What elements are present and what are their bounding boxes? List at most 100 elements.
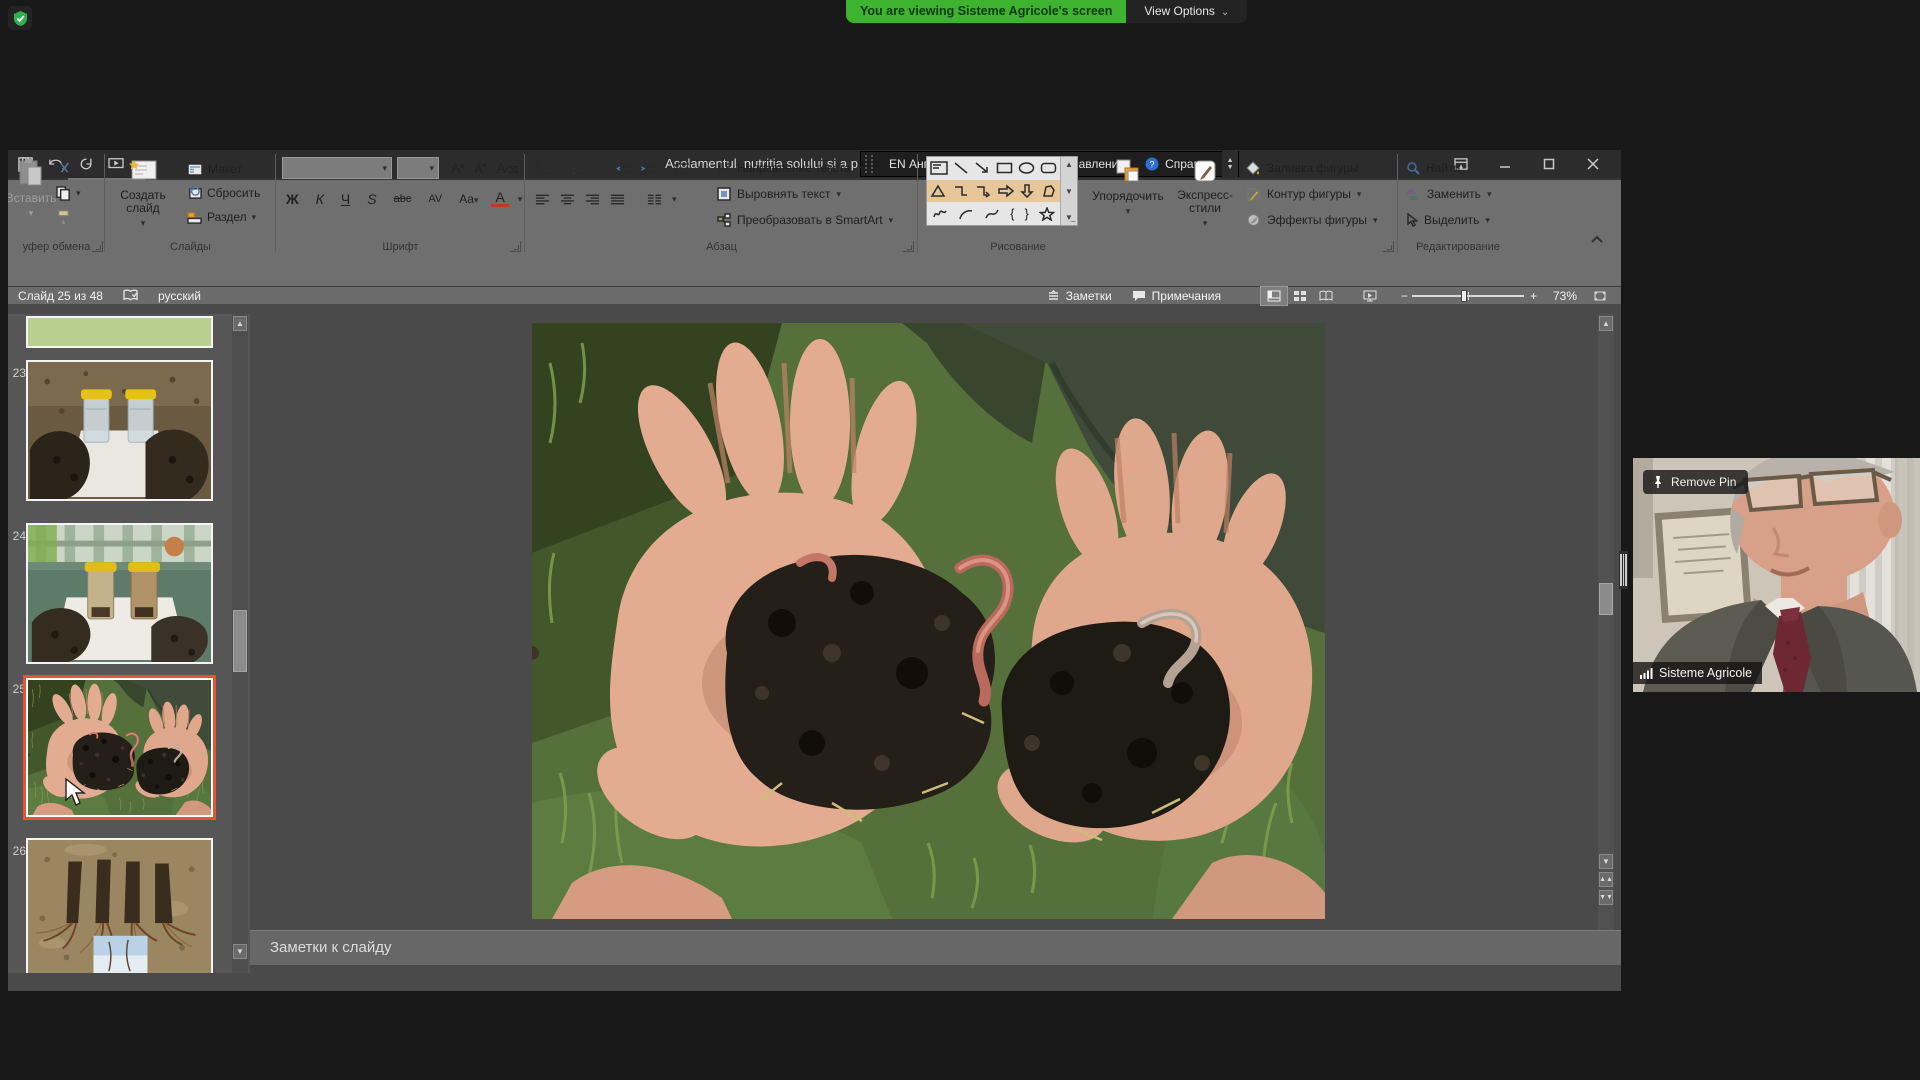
numbering-icon[interactable] xyxy=(572,162,588,175)
line-spacing-icon[interactable] xyxy=(674,162,690,175)
slide-scrollbar[interactable]: ▲ ▼ ▲▲ ▼▼ xyxy=(1598,314,1614,930)
change-case-button[interactable]: Aa▾ xyxy=(455,192,482,206)
slide-thumbnail-26[interactable] xyxy=(26,838,213,973)
cut-button[interactable] xyxy=(56,158,73,180)
align-center-icon[interactable] xyxy=(560,193,575,206)
shape-right-brace-icon[interactable]: } xyxy=(1025,206,1029,221)
shape-arrow-icon[interactable] xyxy=(974,161,990,175)
shapes-gallery[interactable]: { } ▲ ▼ ▼̲ xyxy=(926,156,1078,226)
reset-button[interactable]: Сбросить xyxy=(187,182,260,204)
section-button[interactable]: Раздел▾ xyxy=(187,206,256,228)
scroll-up-button[interactable]: ▲ xyxy=(1599,316,1613,331)
bold-button[interactable]: Ж xyxy=(282,191,303,207)
zoom-slider[interactable] xyxy=(1412,287,1524,305)
layout-button[interactable]: Макет▾ xyxy=(187,158,252,180)
shape-left-brace-icon[interactable]: { xyxy=(1010,206,1014,221)
shape-arc-icon[interactable] xyxy=(958,207,974,221)
scrollbar-thumb[interactable] xyxy=(1599,583,1613,615)
next-slide-button[interactable]: ▼▼ xyxy=(1599,890,1613,905)
convert-smartart-button[interactable]: Преобразовать в SmartArt▾ xyxy=(717,210,893,230)
decrease-indent-icon[interactable] xyxy=(616,162,632,175)
reading-view-button[interactable] xyxy=(1313,287,1339,305)
font-name-select[interactable]: ▾ xyxy=(282,157,392,179)
zoom-percent[interactable]: 73% xyxy=(1543,287,1587,305)
shape-rounded-rect-icon[interactable] xyxy=(1040,161,1057,175)
decrease-font-button[interactable]: A▾ xyxy=(470,161,490,176)
video-panel-handle[interactable] xyxy=(1619,551,1628,589)
comments-button[interactable]: Примечания xyxy=(1122,287,1231,305)
bullets-icon[interactable] xyxy=(535,162,551,175)
shape-scribble-icon[interactable] xyxy=(932,207,948,221)
shape-outline-button[interactable]: Контур фигуры▾ xyxy=(1246,184,1361,204)
zoom-slider-thumb[interactable] xyxy=(1461,290,1467,302)
shape-line-icon[interactable] xyxy=(953,161,969,175)
replace-button[interactable]: abac Заменить▾ xyxy=(1406,184,1491,204)
gallery-up-icon[interactable]: ▲ xyxy=(1065,160,1073,169)
shape-star-icon[interactable] xyxy=(1039,207,1055,221)
scroll-up-button[interactable]: ▲ xyxy=(233,316,247,331)
slide-thumbnail-25-selected[interactable] xyxy=(23,675,216,820)
slideshow-view-button[interactable] xyxy=(1357,287,1383,305)
align-left-icon[interactable] xyxy=(535,193,550,206)
zoom-out-button[interactable]: − xyxy=(1397,287,1412,305)
find-button[interactable]: Найти xyxy=(1406,158,1460,178)
slide-thumbnail-24[interactable] xyxy=(26,523,213,664)
slide-thumbnail-partial[interactable] xyxy=(26,316,213,348)
justify-icon[interactable] xyxy=(610,193,625,206)
select-button[interactable]: Выделить▾ xyxy=(1406,210,1490,230)
strikethrough-button[interactable]: abc xyxy=(390,193,416,205)
scroll-down-button[interactable]: ▼ xyxy=(233,944,247,959)
zoom-in-button[interactable]: + xyxy=(1524,287,1543,305)
copy-button[interactable]: ▾ xyxy=(56,182,81,204)
shape-elbow-icon[interactable] xyxy=(953,184,969,198)
underline-button[interactable]: Ч xyxy=(337,191,354,207)
slide-thumbnail-23[interactable] xyxy=(26,360,213,501)
font-color-button[interactable]: A xyxy=(491,191,508,207)
increase-indent-icon[interactable] xyxy=(640,162,656,175)
shape-effects-button[interactable]: Эффекты фигуры▾ xyxy=(1246,210,1378,230)
shape-elbow-arrow-icon[interactable] xyxy=(975,184,991,198)
shape-triangle-icon[interactable] xyxy=(930,184,946,198)
text-shadow-button[interactable]: S xyxy=(363,191,380,207)
shape-down-arrow-icon[interactable] xyxy=(1020,184,1034,198)
font-size-select[interactable]: ▾ xyxy=(397,157,439,179)
paragraph-dialog-launcher[interactable] xyxy=(903,241,914,252)
gallery-more-icon[interactable]: ▼̲ xyxy=(1065,213,1073,222)
scroll-down-button[interactable]: ▼ xyxy=(1599,854,1613,869)
columns-icon[interactable] xyxy=(647,193,662,206)
align-text-button[interactable]: Выровнять текст▾ xyxy=(717,184,841,204)
character-spacing-button[interactable]: AV xyxy=(424,193,446,205)
remove-pin-button[interactable]: Remove Pin xyxy=(1643,470,1748,494)
paste-button[interactable]: Вставить▾ xyxy=(8,154,60,236)
shape-curve-icon[interactable] xyxy=(984,207,1000,221)
fit-to-window-button[interactable] xyxy=(1587,287,1613,305)
drawing-dialog-launcher[interactable] xyxy=(1383,241,1394,252)
shape-rectangle-icon[interactable] xyxy=(996,161,1013,175)
increase-font-button[interactable]: A▴ xyxy=(447,160,468,176)
scrollbar-thumb[interactable] xyxy=(233,610,247,672)
close-button[interactable] xyxy=(1571,150,1615,178)
view-options-menu[interactable]: View Options⌄ xyxy=(1126,0,1247,23)
thumbnails-scrollbar[interactable]: ▲ ▼ xyxy=(232,314,248,973)
clear-formatting-button[interactable]: A⌫ xyxy=(492,160,522,176)
spellcheck-button[interactable] xyxy=(113,287,148,305)
language-status[interactable]: русский xyxy=(148,287,211,305)
format-painter-button[interactable] xyxy=(56,206,71,228)
collapse-ribbon-button[interactable] xyxy=(1590,234,1604,244)
new-slide-button[interactable]: Создать слайд▾ xyxy=(111,154,175,236)
notes-toggle-button[interactable]: Заметки xyxy=(1037,287,1122,305)
clipboard-dialog-launcher[interactable] xyxy=(92,241,103,252)
shape-textbox-icon[interactable] xyxy=(930,161,948,175)
shape-freeform-icon[interactable] xyxy=(1041,184,1057,198)
arrange-button[interactable]: Упорядочить▾ xyxy=(1088,154,1168,236)
shape-oval-icon[interactable] xyxy=(1018,161,1035,175)
shape-right-arrow-icon[interactable] xyxy=(998,184,1014,198)
normal-view-button[interactable] xyxy=(1261,287,1287,305)
previous-slide-button[interactable]: ▲▲ xyxy=(1599,872,1613,887)
font-dialog-launcher[interactable] xyxy=(510,241,521,252)
text-direction-button[interactable]: Направление текста▾ xyxy=(717,158,861,178)
italic-button[interactable]: К xyxy=(312,191,328,207)
shape-fill-button[interactable]: Заливка фигуры▾ xyxy=(1246,158,1369,178)
maximize-button[interactable] xyxy=(1527,150,1571,178)
webcam-video[interactable]: Remove Pin Sisteme Agricole xyxy=(1633,458,1920,692)
